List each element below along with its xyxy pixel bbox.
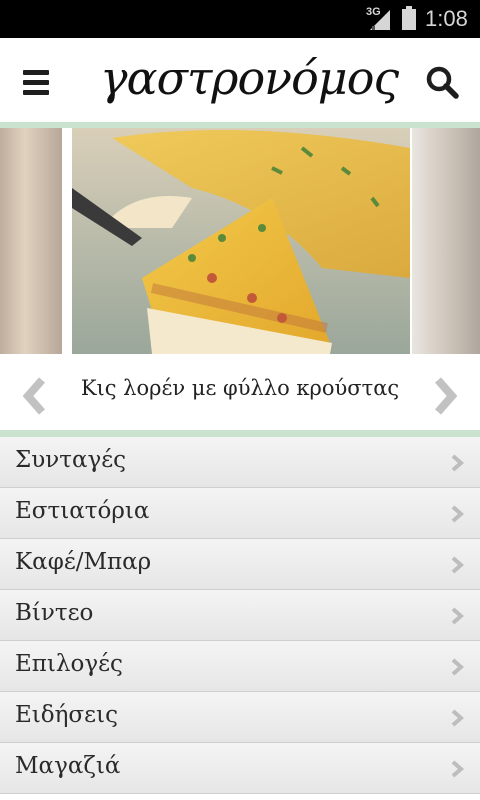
menu-item-label: Βίντεο bbox=[15, 600, 94, 626]
menu-item-label: Ειδήσεις bbox=[15, 702, 118, 728]
logo[interactable]: γαστρονόμος bbox=[100, 48, 399, 108]
chevron-right-icon bbox=[451, 607, 464, 625]
menu-item-shops[interactable]: Μαγαζιά bbox=[0, 743, 480, 794]
clock: 1:08 bbox=[425, 6, 468, 31]
carousel-caption-row: Κις λορέν με φύλλο κρούστας bbox=[0, 354, 480, 430]
chevron-left-icon[interactable] bbox=[20, 376, 50, 416]
menu-item-restaurants[interactable]: Εστιατόρια bbox=[0, 488, 480, 539]
previous-slide-image[interactable] bbox=[0, 128, 62, 354]
chevron-right-icon bbox=[451, 454, 464, 472]
hamburger-icon[interactable] bbox=[14, 60, 58, 104]
menu-item-label: Μαγαζιά bbox=[15, 753, 121, 779]
carousel-caption[interactable]: Κις λορέν με φύλλο κρούστας bbox=[60, 376, 420, 400]
divider bbox=[0, 430, 480, 437]
menu-item-cafe-bar[interactable]: Καφέ/Μπαρ bbox=[0, 539, 480, 590]
search-icon[interactable] bbox=[420, 60, 464, 104]
chevron-right-icon bbox=[451, 658, 464, 676]
menu-item-label: Συνταγές bbox=[15, 447, 127, 473]
main-menu-list: Συνταγές Εστιατόρια Καφέ/Μπαρ Βίντεο Επι… bbox=[0, 437, 480, 794]
chevron-right-icon bbox=[451, 556, 464, 574]
signal-icon bbox=[370, 10, 390, 30]
menu-item-news[interactable]: Ειδήσεις bbox=[0, 692, 480, 743]
chevron-right-icon bbox=[451, 709, 464, 727]
menu-item-picks[interactable]: Επιλογές bbox=[0, 641, 480, 692]
chevron-right-icon[interactable] bbox=[430, 376, 460, 416]
menu-item-recipes[interactable]: Συνταγές bbox=[0, 437, 480, 488]
chevron-right-icon bbox=[451, 760, 464, 778]
menu-item-label: Καφέ/Μπαρ bbox=[15, 549, 152, 575]
image-carousel[interactable] bbox=[0, 128, 480, 354]
menu-item-video[interactable]: Βίντεο bbox=[0, 590, 480, 641]
quiche-image[interactable] bbox=[72, 128, 410, 354]
status-bar: 3G 1:08 bbox=[0, 0, 480, 38]
chevron-right-icon bbox=[451, 505, 464, 523]
menu-item-label: Εστιατόρια bbox=[15, 498, 150, 524]
app-bar: γαστρονόμος bbox=[0, 38, 480, 122]
battery-icon bbox=[402, 6, 416, 30]
menu-item-label: Επιλογές bbox=[15, 651, 123, 677]
next-slide-image[interactable] bbox=[412, 128, 480, 354]
